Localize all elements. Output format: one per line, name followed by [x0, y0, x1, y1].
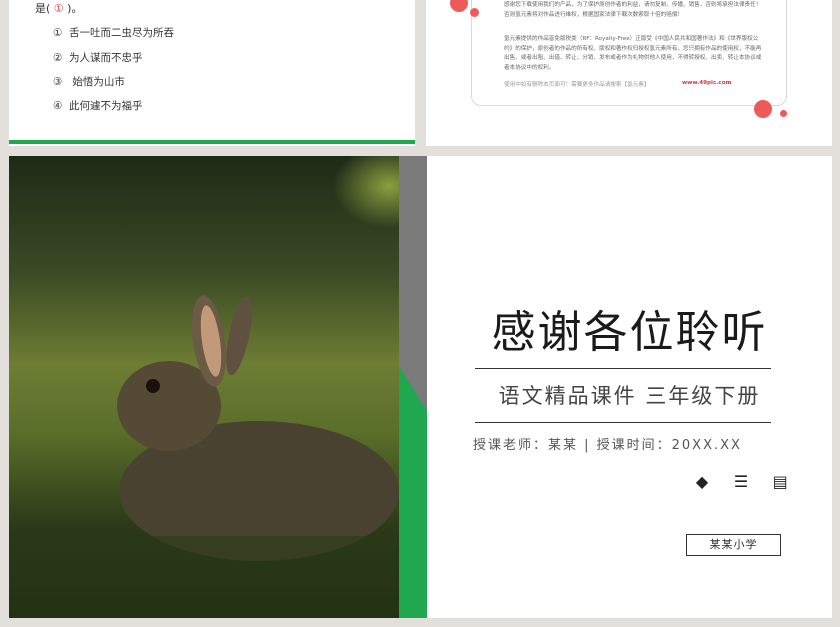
id-card-icon: ▤	[772, 472, 788, 491]
decor-dot	[470, 8, 479, 17]
option-text: 为人谋而不忠乎	[69, 52, 143, 64]
icon-row: ◆ ☰ ▤	[685, 472, 797, 491]
decor-dot	[450, 0, 468, 12]
decor-dot	[754, 100, 772, 118]
option-number: ①	[53, 27, 63, 39]
school-button[interactable]: 某某小学	[686, 534, 781, 556]
answer-mark: ①	[53, 2, 64, 15]
subtitle: 语文精品课件 三年级下册	[498, 384, 761, 408]
rabbit-photo	[9, 156, 427, 618]
green-divider	[9, 140, 415, 144]
main-title: 感谢各位聆听	[491, 307, 768, 358]
copyright-slide: 感谢您下载使用我们的产品，为了保护原创作者的利益，请勿复制、传播、销售，否则将承…	[426, 0, 832, 146]
option-number: ③	[53, 76, 63, 88]
copyright-para-2: 氢元素提供的作品皆免版税类（RF：Royalty-Free）正版受《中国人民共和…	[504, 36, 762, 71]
decor-dot	[780, 110, 787, 117]
copyright-url: www.49pic.com	[682, 80, 732, 86]
option-number: ④	[53, 100, 63, 112]
option-item: ④ 此何遽不为福乎	[53, 98, 143, 113]
layers-icon: ◆	[695, 472, 709, 491]
copyright-box: 感谢您下载使用我们的产品，为了保护原创作者的利益，请勿复制、传播、销售，否则将承…	[471, 0, 787, 106]
quiz-slide: 是( ① )。 ① 舌一吐而二虫尽为所吞 ② 为人谋而不忠乎 ③ 始悟为山市 ④ 此何…	[9, 0, 415, 146]
lecture-info: 授课老师：某某 | 授课时间：20XX.XX	[473, 438, 742, 453]
copyright-footer: 使用中如有删除本页面可！需要更多作品请搜索【氢元素】	[504, 82, 650, 88]
rabbit-figure	[9, 295, 399, 618]
option-number: ②	[53, 52, 63, 64]
option-text: 舌一吐而二虫尽为所吞	[69, 27, 174, 39]
question-prefix: 是(	[35, 2, 51, 15]
option-text: 始悟为山市	[69, 76, 125, 88]
question-suffix: )。	[67, 2, 83, 15]
option-item: ③ 始悟为山市	[53, 74, 125, 89]
title-slide: 感谢各位聆听 语文精品课件 三年级下册 授课老师：某某 | 授课时间：20XX.…	[427, 156, 832, 618]
option-text: 此何遽不为福乎	[69, 100, 143, 112]
copyright-para-1: 感谢您下载使用我们的产品，为了保护原创作者的利益，请勿复制、传播、销售，否则将承…	[504, 2, 762, 18]
title-rule	[475, 368, 771, 369]
option-item: ② 为人谋而不忠乎	[53, 50, 143, 65]
option-item: ① 舌一吐而二虫尽为所吞	[53, 25, 174, 40]
subtitle-rule	[475, 422, 771, 423]
coins-icon: ☰	[733, 472, 749, 491]
question-line: 是( ① )。	[35, 0, 82, 16]
